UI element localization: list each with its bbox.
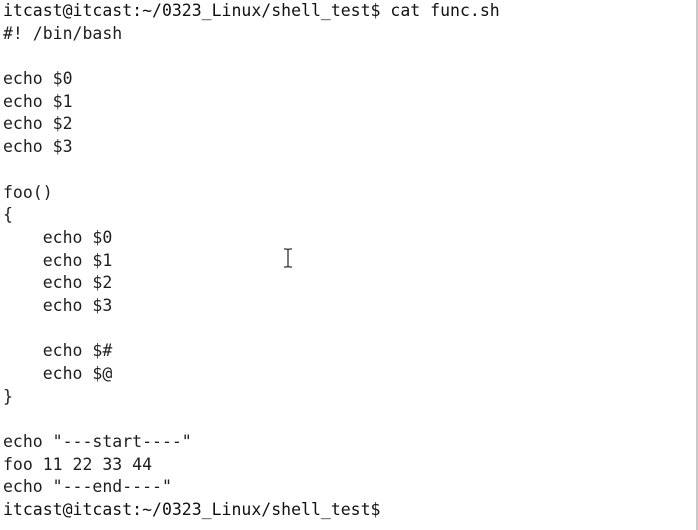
terminal-line-close-brace: } — [3, 386, 13, 406]
terminal-line-prompt-command: itcast@itcast:~/0323_Linux/shell_test$ c… — [3, 1, 500, 20]
terminal-line-function-decl: foo() — [3, 182, 53, 202]
terminal-line-foo-call: foo 11 22 33 44 — [3, 454, 153, 474]
terminal-line-func-echo-2: echo $2 — [3, 273, 113, 293]
terminal-line-echo-start: echo "---start----" — [3, 432, 192, 452]
terminal-line-echo-end: echo "---end----" — [3, 477, 172, 497]
terminal-window[interactable]: itcast@itcast:~/0323_Linux/shell_test$ c… — [0, 0, 698, 530]
terminal-line-echo-0: echo $0 — [3, 69, 73, 89]
terminal-line-func-echo-count: echo $# — [3, 341, 113, 361]
terminal-line-func-echo-1: echo $1 — [3, 250, 113, 270]
text-ibeam-cursor-icon — [284, 248, 292, 268]
terminal-line-func-echo-0: echo $0 — [3, 227, 113, 247]
terminal-output: itcast@itcast:~/0323_Linux/shell_test$ c… — [3, 0, 500, 522]
terminal-line-prompt[interactable]: itcast@itcast:~/0323_Linux/shell_test$ — [3, 499, 500, 522]
terminal-line-func-echo-3: echo $3 — [3, 295, 113, 315]
terminal-line-func-echo-all: echo $@ — [3, 364, 113, 383]
terminal-line-echo-1: echo $1 — [3, 91, 73, 111]
terminal-line-echo-3: echo $3 — [3, 137, 73, 157]
terminal-line-echo-2: echo $2 — [3, 114, 73, 134]
terminal-line-open-brace: { — [3, 205, 13, 225]
terminal-line-shebang: #! /bin/bash — [3, 23, 123, 43]
